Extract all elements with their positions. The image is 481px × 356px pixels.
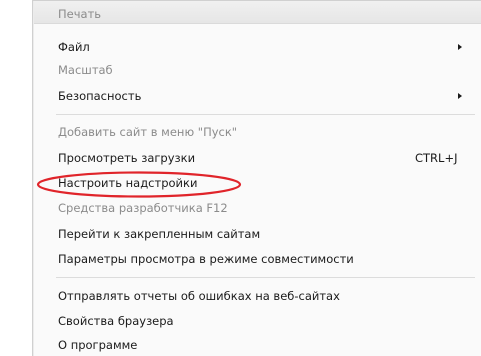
menu-item-add-to-start-label: Добавить сайт в меню "Пуск" (58, 125, 238, 139)
menu-item-report-errors-label: Отправлять отчеты об ошибках на веб-сайт… (58, 289, 340, 303)
menu-item-file-label: Файл (58, 40, 90, 54)
menu-item-file[interactable]: Файл (33, 36, 481, 58)
menu-item-browser-properties[interactable]: Свойства браузера (33, 310, 481, 332)
menu-item-pinned-sites-label: Перейти к закрепленным сайтам (58, 227, 261, 241)
menu-item-dev-tools: Средства разработчика F12 (33, 197, 481, 219)
submenu-arrow-icon (458, 44, 462, 50)
menu-item-manage-addons-label: Настроить надстройки (58, 176, 198, 190)
menu-item-view-downloads[interactable]: Просмотреть загрузки CTRL+J (33, 147, 481, 169)
menu-item-security-label: Безопасность (58, 89, 142, 103)
menu-item-manage-addons[interactable]: Настроить надстройки (33, 172, 481, 194)
menu-item-zoom: Масштаб (33, 59, 481, 81)
shortcut-label: CTRL+J (415, 151, 458, 165)
menu-item-report-errors[interactable]: Отправлять отчеты об ошибках на веб-сайт… (33, 285, 481, 307)
menu-item-compatibility-view-label: Параметры просмотра в режиме совместимос… (58, 252, 354, 266)
menu-separator (56, 277, 475, 278)
menu-item-view-downloads-label: Просмотреть загрузки (58, 151, 196, 165)
menu-item-dev-tools-label: Средства разработчика F12 (58, 201, 228, 215)
menu-item-compatibility-view[interactable]: Параметры просмотра в режиме совместимос… (33, 248, 481, 270)
context-menu: Печать Файл Масштаб Безопасность Добавит… (32, 0, 481, 356)
menu-item-browser-properties-label: Свойства браузера (58, 314, 174, 328)
menu-item-print-label: Печать (58, 7, 102, 21)
menu-item-zoom-label: Масштаб (58, 63, 113, 77)
menu-item-add-to-start: Добавить сайт в меню "Пуск" (33, 121, 481, 143)
menu-separator (56, 114, 475, 115)
menu-item-pinned-sites[interactable]: Перейти к закрепленным сайтам (33, 223, 481, 245)
menu-item-about[interactable]: О программе (33, 334, 481, 356)
submenu-arrow-icon (458, 93, 462, 99)
menu-item-security[interactable]: Безопасность (33, 85, 481, 107)
menu-item-about-label: О программе (58, 338, 138, 352)
menu-item-print: Печать (33, 3, 481, 25)
